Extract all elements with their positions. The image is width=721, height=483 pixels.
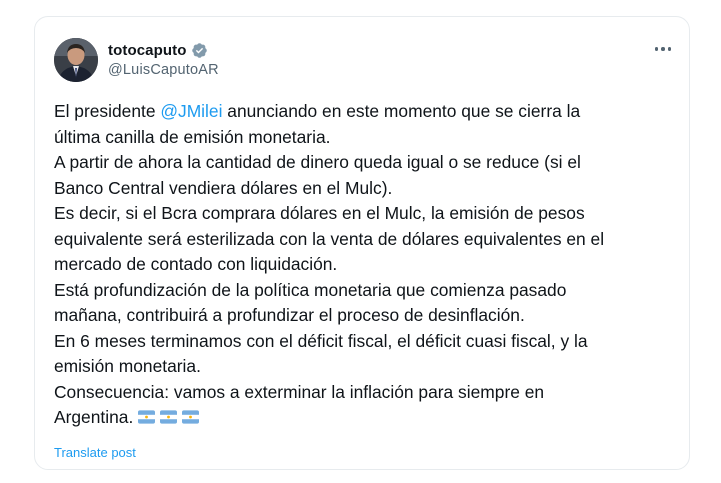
tweet-line: emisión monetaria. [54, 356, 201, 376]
text-span: Argentina. [54, 407, 134, 427]
verified-badge-icon [192, 42, 208, 58]
tweet-line: En 6 meses terminamos con el déficit fis… [54, 330, 588, 351]
avatar[interactable] [54, 38, 98, 82]
argentina-flag-icon [160, 410, 178, 424]
tweet-line: Argentina. [54, 405, 679, 431]
mention-link[interactable]: @JMilei [160, 101, 222, 121]
tweet-line: mañana, contribuirá a profundizar el pro… [54, 305, 525, 325]
tweet-line: última canilla de emisión monetaria. [54, 126, 331, 147]
more-dot [661, 47, 665, 51]
text-span: anunciando en este momento que se cierra… [222, 101, 581, 121]
tweet-line: El presidente @JMilei anunciando en este… [54, 99, 679, 125]
argentina-flag-icon [138, 410, 156, 424]
author-handle[interactable]: @LuisCaputoAR [108, 62, 219, 78]
tweet-line: Está profundización de la política monet… [54, 279, 567, 300]
display-name[interactable]: totocaputo [108, 42, 186, 59]
tweet-line: mercado de contado con liquidación. [54, 254, 338, 274]
argentina-flag-icon [182, 410, 200, 424]
more-options-icon[interactable] [650, 40, 676, 58]
more-dot [654, 47, 659, 51]
tweet-line: Es decir, si el Bcra comprara dólares en… [54, 203, 585, 223]
tweet-text: El presidente @JMilei anunciando en este… [54, 99, 679, 431]
tweet-line: A partir de ahora la cantidad de dinero … [54, 152, 581, 172]
tweet-line: equivalente será esterilizada con la ven… [54, 228, 605, 249]
tweet-line: Banco Central vendiera dólares en el Mul… [54, 177, 393, 198]
more-dot [667, 47, 672, 51]
text-span: El presidente [54, 101, 161, 121]
tweet-line: Consecuencia: vamos a exterminar la infl… [54, 381, 545, 402]
avatar-image [54, 38, 98, 82]
translate-post-link[interactable]: Translate post [54, 445, 136, 460]
author-name-row[interactable]: totocaputo [108, 40, 208, 60]
